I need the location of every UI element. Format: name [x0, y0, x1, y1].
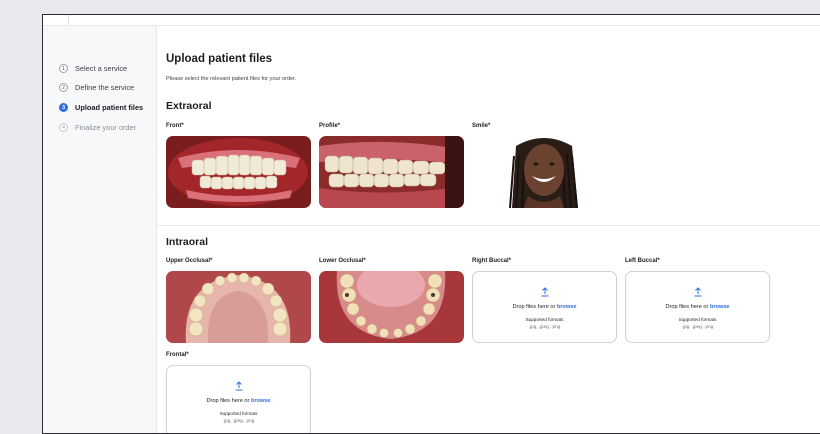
upper-occlusal-photo[interactable] — [166, 271, 311, 343]
lower-occlusal-label: Lower Occlusal* — [319, 258, 366, 264]
step-number: 3 — [59, 103, 68, 112]
intraoral-title: Intraoral — [166, 236, 209, 248]
front-label: Front* — [166, 123, 184, 129]
dropzone-instruction: Drop files here or — [512, 304, 557, 310]
step-select-service[interactable]: 1 Select a service — [59, 64, 127, 73]
frontal-label: Frontal* — [166, 352, 189, 358]
profile-teeth-image — [319, 136, 464, 208]
profile-label: Profile* — [319, 123, 341, 129]
upper-occlusal-label: Upper Occlusal* — [166, 258, 213, 264]
upload-icon — [473, 284, 616, 297]
supported-formats: .jpg, .jpeg, .png — [528, 324, 561, 329]
dropzone-instruction: Drop files here or — [206, 398, 251, 404]
extraoral-title: Extraoral — [166, 100, 212, 112]
step-define-service[interactable]: 2 Define the service — [59, 83, 134, 92]
step-label: Upload patient files — [75, 103, 144, 112]
supported-formats-title: Supported formats — [219, 411, 258, 416]
dropzone-instruction: Drop files here or — [665, 304, 710, 310]
step-upload-files[interactable]: 3 Upload patient files — [59, 103, 143, 112]
step-finalize-order[interactable]: 4 Finalize your order — [59, 123, 136, 132]
browse-link[interactable]: browse — [557, 304, 577, 310]
frontal-dropzone[interactable]: Drop files here or browse Supported form… — [166, 365, 311, 433]
main-content: Upload patient files Please select the r… — [157, 26, 820, 433]
profile-photo[interactable] — [319, 136, 464, 208]
step-number: 4 — [59, 123, 68, 132]
front-teeth-image — [166, 136, 311, 208]
dropzone-text: Drop files here or browse — [473, 304, 616, 310]
supported-formats: .jpg, .jpeg, .png — [222, 418, 255, 423]
browse-link[interactable]: browse — [710, 304, 730, 310]
dropzone-text: Drop files here or browse — [626, 304, 769, 310]
stepper-sidebar: 1 Select a service 2 Define the service … — [43, 26, 157, 433]
upper-occlusal-image — [166, 271, 311, 343]
step-label: Define the service — [75, 83, 135, 92]
right-buccal-label: Right Buccal* — [472, 258, 512, 264]
supported-formats-title: Supported formats — [678, 317, 717, 322]
topbar-divider — [68, 15, 69, 25]
step-label: Finalize your order — [75, 123, 137, 132]
upload-icon — [167, 378, 310, 391]
step-label: Select a service — [75, 64, 128, 73]
browse-link[interactable]: browse — [251, 398, 271, 404]
lower-occlusal-image — [319, 271, 464, 343]
front-photo[interactable] — [166, 136, 311, 208]
smile-portrait-image — [472, 136, 617, 208]
right-buccal-dropzone[interactable]: Drop files here or browse Supported form… — [472, 271, 617, 343]
smile-photo[interactable] — [472, 136, 617, 208]
app-window: 1 Select a service 2 Define the service … — [42, 14, 820, 434]
page-title: Upload patient files — [166, 53, 273, 65]
left-buccal-label: Left Buccal* — [625, 258, 660, 264]
page-subtitle: Please select the relevant patient files… — [166, 76, 297, 82]
step-number: 1 — [59, 64, 68, 73]
lower-occlusal-photo[interactable] — [319, 271, 464, 343]
upload-icon — [626, 284, 769, 297]
left-buccal-dropzone[interactable]: Drop files here or browse Supported form… — [625, 271, 770, 343]
supported-formats: .jpg, .jpeg, .png — [681, 324, 714, 329]
top-bar — [43, 15, 820, 26]
smile-label: Smile* — [472, 123, 491, 129]
section-divider — [157, 225, 820, 226]
step-number: 2 — [59, 83, 68, 92]
dropzone-text: Drop files here or browse — [167, 398, 310, 404]
supported-formats-title: Supported formats — [525, 317, 564, 322]
